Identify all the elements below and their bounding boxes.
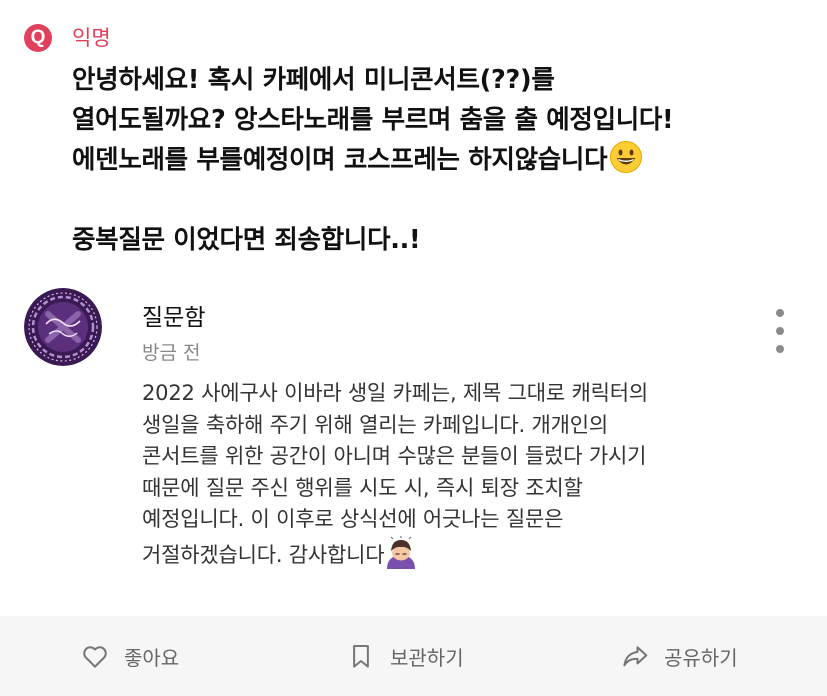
answer-line: 때문에 질문 주신 행위를 시도 시, 즉시 퇴장 조치할 [142, 475, 583, 500]
share-label: 공유하기 [664, 645, 738, 670]
question-line: 중복질문 이었다면 죄송합니다..! [72, 225, 421, 255]
question-badge-icon: Q [24, 24, 52, 52]
question-line: 안녕하세요! 혹시 카페에서 미니콘서트(??)를 [72, 65, 555, 95]
answer-text: 2022 사에구사 이바라 생일 카페는, 제목 그대로 캐릭터의 생일을 축하… [142, 378, 812, 571]
answer-line: 거절하겠습니다. 감사합니다 [142, 535, 812, 572]
answerer-name: 질문함 [142, 305, 206, 331]
answer-line: 2022 사에구사 이바라 생일 카페는, 제목 그대로 캐릭터의 [142, 381, 648, 405]
question-line: 에덴노래를 부를예정이며 코스프레는 하지않습니다 [72, 140, 817, 180]
answer-timestamp: 방금 전 [142, 342, 201, 364]
menu-dot [776, 309, 784, 317]
heart-outline-icon [83, 646, 107, 668]
like-label: 좋아요 [124, 645, 180, 670]
answer-line: 예정입니다. 이 이후로 상식선에 어긋나는 질문은 [142, 507, 564, 531]
more-options-button[interactable] [765, 309, 795, 353]
share-button[interactable]: 공유하기 [620, 616, 738, 696]
question-line: 열어도될까요? 앙스타노래를 부르며 춤을 출 예정입니다! [72, 105, 674, 135]
answer-line: 콘서트를 위한 공간이 아니며 수많은 분들이 들렀다 가시기 [142, 444, 647, 468]
question-line-text: 에덴노래를 부를예정이며 코스프레는 하지않습니다 [72, 145, 608, 175]
menu-dot [776, 327, 784, 335]
share-arrow-icon [623, 646, 648, 667]
avatar [24, 288, 102, 366]
answer-line-text: 거절하겠습니다. 감사합니다 [142, 542, 385, 567]
menu-dot [776, 345, 784, 353]
person-bowing-icon [387, 535, 416, 569]
like-button[interactable]: 좋아요 [80, 616, 179, 696]
answer-line: 생일을 축하해 주기 위해 열리는 카페입니다. 개개인의 [142, 412, 608, 437]
anonymous-author-label: 익명 [72, 26, 111, 50]
bookmark-outline-icon [353, 645, 369, 668]
question-text: 안녕하세요! 혹시 카페에서 미니콘서트(??)를 열어도될까요? 앙스타노래를… [72, 60, 817, 260]
grinning-face-icon [610, 141, 643, 173]
save-label: 보관하기 [390, 645, 464, 670]
save-button[interactable]: 보관하기 [346, 616, 464, 696]
question-line [72, 180, 817, 220]
action-bar: 좋아요 보관하기 공유하기 [0, 616, 827, 696]
